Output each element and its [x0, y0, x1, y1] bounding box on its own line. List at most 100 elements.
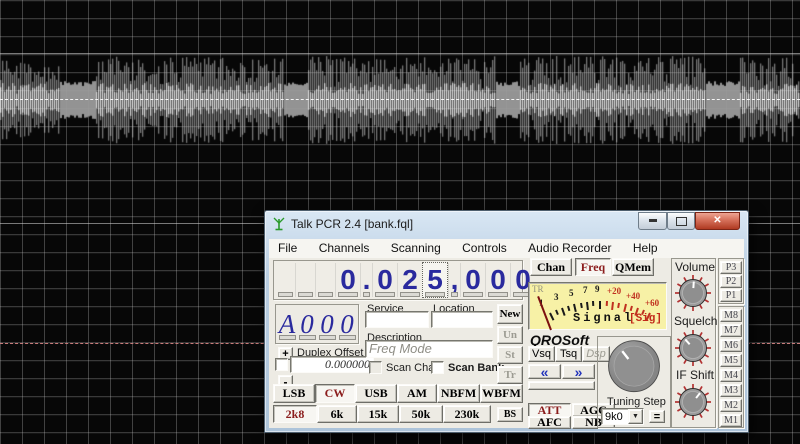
minimize-button[interactable]	[638, 212, 667, 230]
freq-digit-cell[interactable]: 0	[460, 263, 485, 297]
tuning-step-value: 9k0	[605, 411, 623, 423]
location-field[interactable]	[431, 311, 493, 328]
channel-char[interactable]: 0	[298, 308, 317, 340]
meter-tick	[573, 303, 577, 312]
preset-panel: P3 P2 P1	[718, 258, 744, 304]
memory-button-m1[interactable]: M1	[720, 414, 742, 427]
tuning-step-select[interactable]: 9k0 ▼	[601, 408, 644, 425]
scan-chan-checkbox[interactable]	[369, 361, 382, 374]
channel-char[interactable]: 0	[338, 308, 357, 340]
prev-button[interactable]: «	[528, 363, 561, 380]
afc-button[interactable]: AFC	[528, 415, 571, 429]
channel-char[interactable]: 0	[318, 308, 337, 340]
tab-qmem[interactable]: QMem	[612, 258, 654, 276]
filter-button-6k[interactable]: 6k	[317, 405, 357, 423]
maximize-icon	[675, 217, 687, 226]
vsq-button[interactable]: Vsq	[528, 346, 555, 362]
menu-bar: File Channels Scanning Controls Audio Re…	[269, 239, 744, 259]
next-button[interactable]: »	[562, 363, 595, 380]
freq-digit-cell[interactable]: 0	[485, 263, 510, 297]
freq-digit-cell-focused[interactable]: 5	[422, 262, 448, 298]
tr-button[interactable]: Tr	[497, 366, 523, 384]
meter-tick	[579, 302, 583, 308]
tab-chan[interactable]: Chan	[530, 258, 572, 276]
tsq-button[interactable]: Tsq	[555, 346, 582, 362]
freq-digit-cell[interactable]	[315, 263, 335, 297]
chevrons-left-icon: «	[540, 363, 549, 380]
frequency-display: 0 . 0 2 5 , 0 0 0	[273, 260, 533, 300]
mode-button-nbfm[interactable]: NBFM	[437, 384, 480, 403]
close-button[interactable]: ✕	[695, 212, 740, 230]
menu-controls[interactable]: Controls	[453, 239, 516, 255]
memory-button-m7[interactable]: M7	[720, 324, 742, 337]
meter-tick	[592, 301, 595, 307]
meter-tick	[599, 301, 601, 309]
menu-audio-recorder[interactable]: Audio Recorder	[519, 239, 620, 255]
description-field[interactable]	[365, 340, 493, 358]
equals-button[interactable]: =	[649, 410, 665, 423]
st-button[interactable]: St	[497, 346, 523, 364]
memory-button-m4[interactable]: M4	[720, 369, 742, 382]
menu-help[interactable]: Help	[624, 239, 667, 255]
memory-button-m6[interactable]: M6	[720, 339, 742, 352]
channel-display: A 0 0 0	[275, 304, 359, 344]
app-window: Talk PCR 2.4 [bank.fql] ✕ File Channels …	[264, 210, 749, 433]
chevrons-right-icon: »	[574, 363, 583, 380]
memory-button-m8[interactable]: M8	[720, 309, 742, 322]
tab-freq-active[interactable]: Freq	[575, 258, 611, 276]
freq-digit-cell[interactable]	[295, 263, 315, 297]
freq-digit-cell[interactable]	[276, 263, 295, 297]
title-bar[interactable]: Talk PCR 2.4 [bank.fql] ✕	[265, 211, 748, 238]
scan-bank-checkbox[interactable]	[431, 361, 444, 374]
menu-scanning[interactable]: Scanning	[382, 239, 450, 255]
mode-button-am[interactable]: AM	[397, 384, 437, 403]
filter-button-230k[interactable]: 230k	[443, 405, 491, 423]
memory-button-m3[interactable]: M3	[720, 384, 742, 397]
filter-button-15k[interactable]: 15k	[357, 405, 399, 423]
freq-digit-cell[interactable]: 0	[372, 263, 397, 297]
meter-tick	[548, 312, 554, 321]
mode-button-cw-active[interactable]: CW	[315, 384, 355, 403]
memory-button-m5[interactable]: M5	[720, 354, 742, 367]
duplex-checkbox[interactable]	[275, 358, 288, 371]
channel-char[interactable]: A	[278, 308, 297, 340]
meter-scale-label: +40	[626, 291, 641, 301]
meter-tick	[585, 301, 589, 310]
preset-button-p3[interactable]: P3	[720, 261, 742, 274]
mode-button-usb[interactable]: USB	[355, 384, 397, 403]
meter-scale-label: +60	[645, 298, 660, 308]
meter-scale-label: 3	[554, 292, 559, 302]
maximize-button[interactable]	[667, 212, 695, 230]
filter-button-2k8-active[interactable]: 2k8	[273, 405, 317, 423]
bs-button[interactable]: BS	[497, 407, 523, 422]
mode-button-lsb[interactable]: LSB	[273, 384, 315, 403]
new-button[interactable]: New	[497, 304, 523, 324]
volume-knob[interactable]	[673, 273, 713, 313]
dropdown-arrow-icon[interactable]: ▼	[628, 409, 643, 424]
freq-digit-cell[interactable]: 0	[335, 263, 360, 297]
meter-tick	[617, 302, 621, 308]
scan-progress-bar[interactable]	[528, 381, 595, 390]
freq-digit-cell[interactable]: 2	[397, 263, 422, 297]
duplex-offset-field[interactable]	[290, 356, 374, 373]
meter-signal-label: Signal	[573, 311, 635, 325]
menu-channels[interactable]: Channels	[310, 239, 379, 255]
tuning-knob[interactable]	[601, 338, 667, 398]
signal-meter: TR 1 3 5 7 9 +20 +40 +60 Signal [Sig]	[528, 282, 667, 331]
filter-button-50k[interactable]: 50k	[399, 405, 443, 423]
un-button[interactable]: Un	[497, 326, 523, 344]
preset-button-p1[interactable]: P1	[720, 289, 742, 302]
mode-button-wbfm[interactable]: WBFM	[480, 384, 523, 403]
antenna-icon	[273, 217, 285, 231]
meter-scale-label: 5	[569, 288, 574, 298]
meter-tick	[605, 301, 608, 307]
preset-button-p2[interactable]: P2	[720, 275, 742, 288]
minimize-icon	[648, 219, 657, 222]
close-icon: ✕	[713, 215, 722, 226]
if-shift-knob[interactable]	[673, 382, 713, 422]
memory-button-m2[interactable]: M2	[720, 399, 742, 412]
menu-file[interactable]: File	[269, 239, 306, 255]
squelch-knob[interactable]	[673, 328, 713, 368]
service-field[interactable]	[365, 311, 429, 328]
window-title: Talk PCR 2.4 [bank.fql]	[291, 217, 414, 231]
